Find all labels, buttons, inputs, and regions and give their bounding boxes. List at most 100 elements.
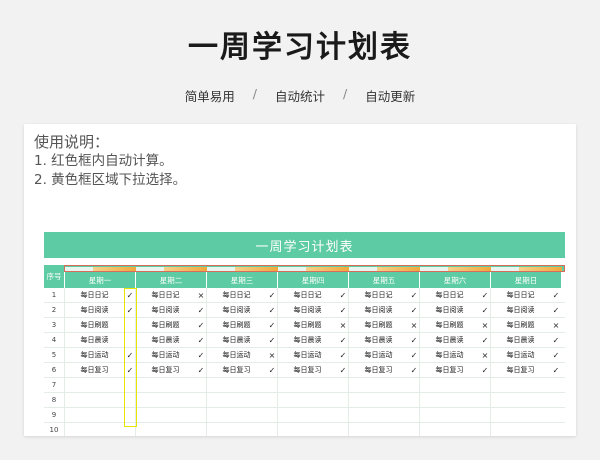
day-cell: 每日复习 ✓ (348, 363, 419, 377)
day-header: 星期四 (277, 272, 348, 288)
row-number: 7 (51, 381, 57, 389)
day-header: 星期六 (419, 272, 490, 288)
row-number: 4 (51, 336, 57, 344)
day-cell: 每日晨读 ✓ (135, 333, 206, 347)
day-cell: 每日阅读 ✓ (490, 303, 561, 317)
row-number: 6 (51, 366, 57, 374)
day-cell: 每日阅读 ✓ (206, 303, 277, 317)
task-name: 每日运动 (506, 351, 535, 359)
day-cell: 每日复习 ✓ (490, 363, 561, 377)
status-mark[interactable]: ✓ (550, 288, 562, 302)
day-cell (135, 393, 206, 407)
day-cell: 每日刷题 ✓ (135, 318, 206, 332)
task-name: 每日运动 (435, 351, 464, 359)
day-cell: 每日日记 ✓ (490, 288, 561, 302)
task-name: 每日阅读 (80, 306, 109, 314)
day-cell: 每日阅读 ✓ (348, 303, 419, 317)
day-cell: 每日刷题 (64, 318, 135, 332)
status-mark[interactable]: ✓ (550, 363, 562, 377)
day-cell (348, 378, 419, 392)
day-header: 星期五 (348, 272, 419, 288)
day-cell (490, 393, 561, 407)
task-name: 每日晨读 (293, 336, 322, 344)
row-number: 9 (51, 411, 57, 419)
table-row: 8 (44, 393, 565, 408)
tag-separator: / (343, 86, 348, 101)
task-name: 每日晨读 (151, 336, 180, 344)
task-name: 每日刷题 (151, 321, 180, 329)
task-name: 每日复习 (151, 366, 180, 374)
spreadsheet-preview: 使用说明： 1. 红色框内自动计算。 2. 黄色框区域下拉选择。 一周学习计划表… (24, 124, 576, 436)
task-name: 每日日记 (435, 291, 464, 299)
day-cell (348, 393, 419, 407)
day-cell (135, 423, 206, 436)
table-row: 7 (44, 378, 565, 393)
instructions: 使用说明： 1. 红色框内自动计算。 2. 黄色框区域下拉选择。 (34, 132, 186, 190)
task-name: 每日晨读 (506, 336, 535, 344)
status-mark[interactable]: ✓ (550, 303, 562, 317)
day-cell: 每日运动 × (206, 348, 277, 362)
table-banner: 一周学习计划表 (44, 232, 565, 258)
row-number: 2 (51, 306, 57, 314)
task-name: 每日阅读 (151, 306, 180, 314)
day-cell: 每日刷题 × (490, 318, 561, 332)
day-cell: 每日日记 ✓ (64, 288, 135, 302)
day-cell: 每日运动 ✓ (348, 348, 419, 362)
task-name: 每日刷题 (435, 321, 464, 329)
task-name: 每日日记 (151, 291, 180, 299)
task-name: 每日运动 (222, 351, 251, 359)
tag-separator: / (252, 86, 257, 101)
task-name: 每日运动 (151, 351, 180, 359)
day-cell: 每日刷题 × (419, 318, 490, 332)
day-cell: 每日日记 ✓ (206, 288, 277, 302)
task-name: 每日日记 (364, 291, 393, 299)
status-mark[interactable]: ✓ (550, 348, 562, 362)
table-row: 10 (44, 423, 565, 436)
instruction-line-2: 2. 黄色框区域下拉选择。 (34, 172, 187, 188)
task-name: 每日晨读 (222, 336, 251, 344)
day-cell: 每日运动 ✓ (135, 348, 206, 362)
day-cell: 每日刷题 × (277, 318, 348, 332)
feature-tags: 简单易用 / 自动统计 / 自动更新 (0, 86, 600, 105)
day-cell (64, 393, 135, 407)
day-cell: 每日日记 ✓ (419, 288, 490, 302)
day-cell (277, 423, 348, 436)
row-number: 8 (51, 396, 57, 404)
day-cell: 每日复习 ✓ (419, 363, 490, 377)
day-cell: 每日刷题 ✓ (206, 318, 277, 332)
table-row: 5 每日运动 ✓ 每日运动 ✓ 每日运动 × 每日运动 ✓ 每日运动 ✓ 每日运动 × 每日运动 ✓ (44, 348, 565, 363)
day-cell: 每日运动 ✓ (490, 348, 561, 362)
day-cell: 每日晨读 ✓ (419, 333, 490, 347)
day-cell (419, 393, 490, 407)
seq-header: 序号 (44, 265, 64, 288)
task-name: 每日阅读 (222, 306, 251, 314)
day-cell (135, 378, 206, 392)
day-header: 星期日 (490, 272, 561, 288)
day-cell (348, 423, 419, 436)
task-name: 每日刷题 (506, 321, 535, 329)
tag-auto-stats: 自动统计 (274, 89, 325, 104)
instruction-line-1: 1. 红色框内自动计算。 (34, 153, 173, 169)
day-cell: 每日日记 ✓ (277, 288, 348, 302)
task-name: 每日阅读 (506, 306, 535, 314)
task-name: 每日刷题 (293, 321, 322, 329)
status-mark[interactable]: ✓ (550, 333, 562, 347)
day-cell: 每日晨读 (64, 333, 135, 347)
day-cell: 每日阅读 ✓ (277, 303, 348, 317)
task-name: 每日日记 (222, 291, 251, 299)
row-number: 10 (49, 426, 59, 434)
task-name: 每日刷题 (80, 321, 109, 329)
day-cell (206, 423, 277, 436)
day-cell: 每日运动 × (419, 348, 490, 362)
table-row: 3 每日刷题 每日刷题 ✓ 每日刷题 ✓ 每日刷题 × 每日刷题 × 每日刷题 × 每日刷题 × (44, 318, 565, 333)
status-mark[interactable]: × (550, 318, 562, 332)
day-cell (206, 393, 277, 407)
day-cell (277, 378, 348, 392)
task-name: 每日日记 (293, 291, 322, 299)
task-name: 每日刷题 (364, 321, 393, 329)
day-cell: 每日日记 × (135, 288, 206, 302)
task-name: 每日复习 (222, 366, 251, 374)
day-cell (277, 393, 348, 407)
page-title: 一周学习计划表 (188, 30, 412, 65)
day-cell (206, 408, 277, 422)
